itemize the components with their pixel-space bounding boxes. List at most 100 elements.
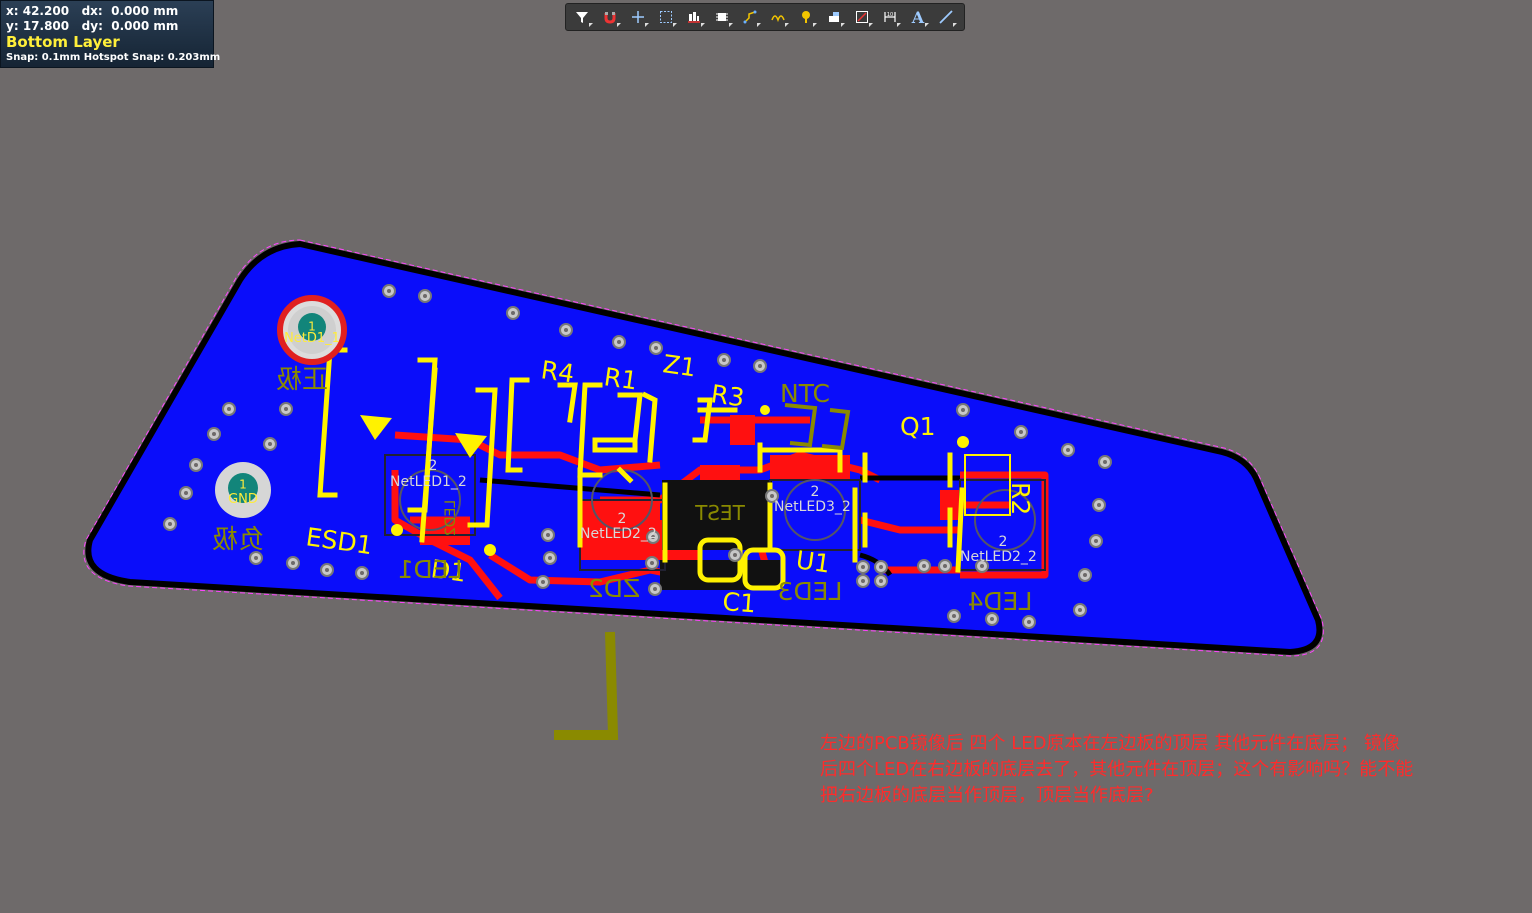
via-hole <box>861 565 865 569</box>
hud-layer: Bottom Layer <box>6 33 120 51</box>
differential-route-icon[interactable] <box>766 5 790 29</box>
hud-y-value: 17.800 <box>22 19 70 33</box>
via-hole <box>194 463 198 467</box>
via-hole <box>990 617 994 621</box>
net-label-led1: NetLED1_2 <box>390 474 467 490</box>
designator-r3: R3 <box>709 379 746 412</box>
region-icon[interactable] <box>850 5 874 29</box>
designator-led4: LED4 <box>968 587 1033 616</box>
via-hole <box>227 407 231 411</box>
via-hole <box>1078 608 1082 612</box>
via-hole <box>168 522 172 526</box>
via-hole <box>548 556 552 560</box>
via-hole <box>654 346 658 350</box>
via-hole <box>617 340 621 344</box>
filter-icon[interactable] <box>570 5 594 29</box>
text-icon-glyph: A <box>911 7 925 27</box>
via-hole <box>184 491 188 495</box>
negative-label: 负极 <box>212 525 264 555</box>
text-icon[interactable]: A <box>906 5 930 29</box>
designator-u1: U1 <box>794 545 832 578</box>
hud-dy-value: 0.000 mm <box>111 19 179 33</box>
via-hole <box>1103 460 1107 464</box>
hud-x-value: 42.200 <box>22 4 70 18</box>
note-line: 把右边板的底层当作顶层，顶层当作底层? <box>820 785 1154 806</box>
designator-q1: Q1 <box>900 412 936 441</box>
designator-r4: R4 <box>539 355 576 388</box>
annotation-note: 左边的PCB镜像后 四个 LED原本在左边板的顶层 其他元件在底层； 镜像 后四… <box>820 731 1520 809</box>
line-icon[interactable] <box>934 5 958 29</box>
designator-led3: LED3 <box>778 577 843 606</box>
hud-dx-label: dx: <box>81 4 103 18</box>
pad-gnd-number: 1 <box>239 478 247 492</box>
via-hole <box>961 408 965 412</box>
pad-number-led3: 2 <box>811 484 820 500</box>
hud-row-x: x: 42.200 dx: 0.000 mm <box>6 4 208 19</box>
pad-number-led4: 2 <box>999 534 1008 550</box>
dimension-icon[interactable]: 10 <box>878 5 902 29</box>
note-line: 左边的PCB镜像后 四个 LED原本在左边板的顶层 其他元件在底层； 镜像 <box>820 733 1400 754</box>
via-hole <box>360 571 364 575</box>
via-hole <box>770 494 774 498</box>
hud-x-label: x: <box>6 4 19 18</box>
select-rectangle-icon[interactable] <box>654 5 678 29</box>
via-hole <box>653 587 657 591</box>
designator-r2: R2 <box>1006 482 1035 515</box>
crosshair-icon[interactable] <box>626 5 650 29</box>
hud-y-label: y: <box>6 19 19 33</box>
via-hole <box>758 364 762 368</box>
pad-netd1-net: NetD1_1 <box>284 331 340 346</box>
note-line: 后四个LED在右边板的底层去了，其他元件在顶层；这个有影响吗？能不能 <box>820 759 1414 780</box>
via-hole <box>1066 448 1070 452</box>
designator-zd2: ZD2 <box>588 574 640 603</box>
via-hole <box>284 407 288 411</box>
designator-r1: R1 <box>602 362 639 395</box>
via-hole <box>511 311 515 315</box>
fill-icon[interactable] <box>822 5 846 29</box>
via-hole <box>564 328 568 332</box>
pad-gnd-net: GND <box>228 492 258 507</box>
via-hole <box>922 564 926 568</box>
via-hole <box>1019 430 1023 434</box>
designator-c1: C1 <box>722 587 757 618</box>
designator-led1: LED1 <box>398 555 463 584</box>
via-hole <box>1094 539 1098 543</box>
via-hole <box>943 564 947 568</box>
via-hole <box>325 568 329 572</box>
via-hole <box>268 442 272 446</box>
magnet-icon[interactable] <box>598 5 622 29</box>
via-hole <box>952 614 956 618</box>
component-icon[interactable] <box>710 5 734 29</box>
via-hole <box>254 556 258 560</box>
via-hole <box>879 579 883 583</box>
bottom-components <box>660 480 780 590</box>
via-hole <box>546 533 550 537</box>
net-label-led3: NetLED3_2 <box>774 499 851 515</box>
pad-number-led2: 2 <box>618 511 627 527</box>
via-hole <box>291 561 295 565</box>
designator-led2: LED2 <box>443 500 459 536</box>
hud-row-y: y: 17.800 dy: 0.000 mm <box>6 19 208 34</box>
route-icon[interactable] <box>738 5 762 29</box>
designator-test: TEST <box>694 501 746 525</box>
net-label-led4: NetLED2_2 <box>960 549 1037 565</box>
via-hole <box>212 432 216 436</box>
svg-text:10: 10 <box>887 12 893 18</box>
via-hole <box>1097 503 1101 507</box>
designator-z1: Z1 <box>661 349 698 382</box>
via-hole <box>423 294 427 298</box>
via-hole <box>879 565 883 569</box>
via-hole <box>650 561 654 565</box>
probe-icon[interactable] <box>794 5 818 29</box>
pad-netd1[interactable]: 1 NetD1_1 <box>277 295 347 365</box>
coordinate-hud: x: 42.200 dx: 0.000 mm y: 17.800 dy: 0.0… <box>0 0 221 68</box>
hud-dx-value: 0.000 mm <box>111 4 179 18</box>
active-bar: 10 A <box>565 3 965 31</box>
positive-label: 正极 <box>276 365 328 395</box>
hud-snap: Snap: 0.1mm Hotspot Snap: 0.203mm <box>6 52 221 63</box>
align-icon[interactable] <box>682 5 706 29</box>
via-hole <box>861 579 865 583</box>
hud-dy-label: dy: <box>81 19 103 33</box>
pad-gnd[interactable]: 1 GND <box>215 462 271 518</box>
via-hole <box>722 358 726 362</box>
